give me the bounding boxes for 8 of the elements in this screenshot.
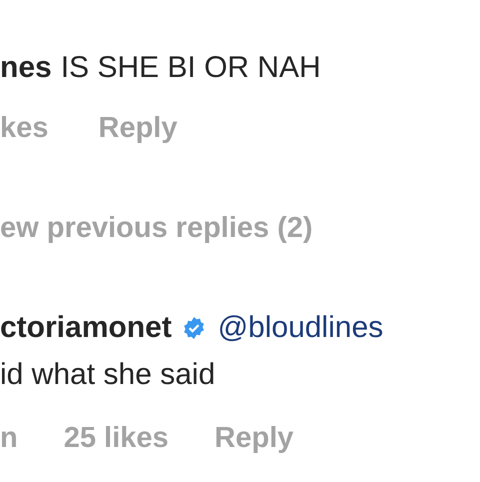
comment-meta: kes — [0, 111, 48, 146]
comment-text: id what she said — [0, 358, 216, 391]
mention-link[interactable]: @bloudlines — [218, 310, 384, 346]
username[interactable]: ctoriamonet — [0, 310, 172, 346]
comment-text: IS SHE BI OR NAH — [60, 50, 321, 86]
comment-meta: n — [0, 421, 18, 456]
comment-meta: 25 likes — [64, 421, 169, 456]
username[interactable]: nes — [0, 50, 52, 86]
